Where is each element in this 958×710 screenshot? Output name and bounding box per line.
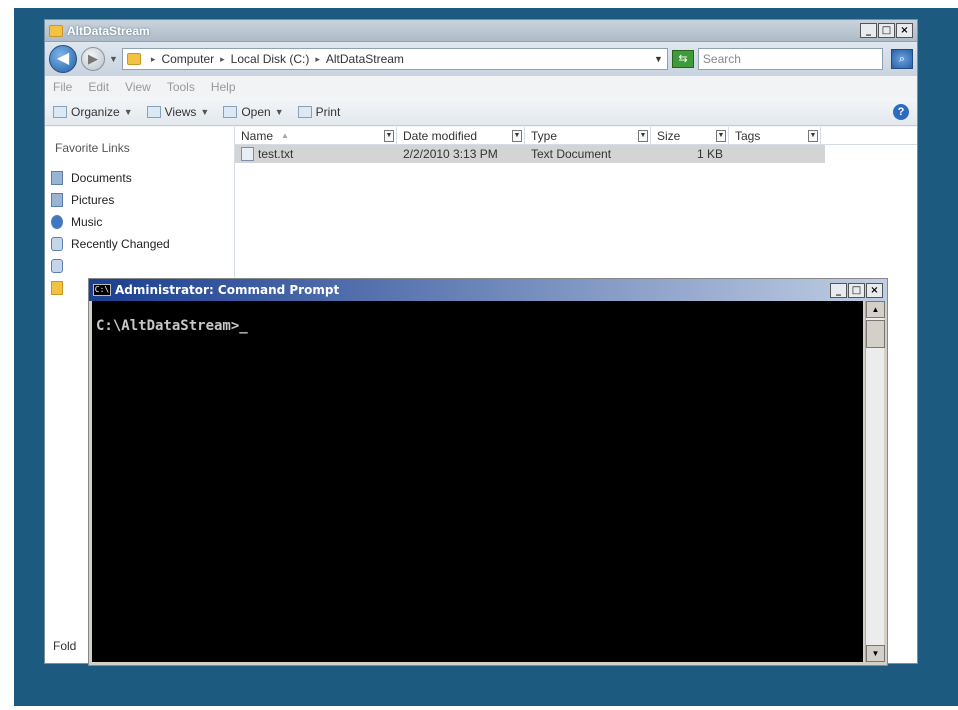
file-row[interactable]: test.txt 2/2/2010 3:13 PM Text Document … xyxy=(235,145,825,163)
cmd-title: Administrator: Command Prompt xyxy=(115,283,340,297)
open-icon xyxy=(223,105,238,118)
chevron-down-icon: ▼ xyxy=(200,106,210,117)
search-input[interactable]: Search xyxy=(697,48,883,70)
file-size-cell: 1 KB xyxy=(696,147,723,161)
column-type[interactable]: Type ▼ xyxy=(525,127,651,144)
file-type-cell: Text Document xyxy=(531,147,612,161)
breadcrumb-altdatastream[interactable]: AltDataStream xyxy=(326,52,404,66)
pictures-icon xyxy=(51,193,63,207)
column-name[interactable]: Name ▲ ▼ xyxy=(235,127,397,144)
column-date-dropdown[interactable]: ▼ xyxy=(512,129,522,142)
column-type-dropdown[interactable]: ▼ xyxy=(638,129,648,142)
cmd-minimize-button[interactable]: _ xyxy=(830,282,847,298)
printer-icon xyxy=(297,105,312,118)
views-icon xyxy=(146,105,161,118)
open-button[interactable]: Open ▼ xyxy=(223,105,284,119)
cmd-scrollbar[interactable]: ▲ ▼ xyxy=(865,301,885,662)
chevron-down-icon: ▼ xyxy=(123,106,133,117)
menu-help[interactable]: Help xyxy=(211,80,236,94)
nav-item-recently-changed[interactable]: Recently Changed xyxy=(51,233,228,255)
folder-icon xyxy=(49,24,63,37)
breadcrumb-local-disk[interactable]: Local Disk (C:) xyxy=(231,52,310,66)
public-folder-icon xyxy=(51,281,63,295)
nav-item-searches[interactable] xyxy=(51,255,228,277)
recent-pages-dropdown-icon[interactable]: ▼ xyxy=(109,54,118,64)
menu-file[interactable]: File xyxy=(53,80,72,94)
help-icon[interactable]: ? xyxy=(893,103,909,120)
cmd-console[interactable]: C:\AltDataStream>_ xyxy=(92,301,863,662)
search-icon[interactable]: ⌕ xyxy=(891,49,913,69)
column-header-row: Name ▲ ▼ Date modified ▼ Type ▼ Size ▼ T… xyxy=(235,127,917,145)
cmd-maximize-button[interactable]: □ xyxy=(848,282,865,298)
file-name-cell: test.txt xyxy=(235,145,397,163)
organize-icon xyxy=(53,105,67,118)
address-input[interactable]: ▸ Computer ▸ Local Disk (C:) ▸ AltDataSt… xyxy=(121,48,668,70)
nav-item-music[interactable]: Music xyxy=(51,211,228,233)
column-size[interactable]: Size ▼ xyxy=(651,127,729,144)
toolbar: Organize ▼ Views ▼ Open ▼ Print ? xyxy=(45,98,917,126)
searches-icon xyxy=(51,259,63,273)
file-date-cell: 2/2/2010 3:13 PM xyxy=(403,147,498,161)
back-button[interactable]: ◀ xyxy=(49,45,77,73)
column-tags[interactable]: Tags ▼ xyxy=(729,127,821,144)
chevron-down-icon: ▼ xyxy=(274,106,284,117)
scroll-up-icon[interactable]: ▲ xyxy=(866,301,885,318)
address-bar-row: ◀ ▶ ▼ ▸ Computer ▸ Local Disk (C:) ▸ Alt… xyxy=(45,42,917,76)
minimize-button[interactable]: _ xyxy=(860,23,877,38)
forward-button[interactable]: ▶ xyxy=(81,47,105,71)
scroll-thumb[interactable] xyxy=(866,320,885,348)
breadcrumb-computer[interactable]: Computer xyxy=(161,52,214,66)
recently-changed-icon xyxy=(51,237,63,251)
explorer-titlebar[interactable]: AltDataStream _ □ × xyxy=(45,20,917,42)
cmd-prompt: C:\AltDataStream> xyxy=(96,318,240,334)
menu-tools[interactable]: Tools xyxy=(167,80,195,94)
menu-edit[interactable]: Edit xyxy=(88,80,109,94)
documents-icon xyxy=(51,171,63,185)
close-button[interactable]: × xyxy=(896,23,913,38)
text-file-icon xyxy=(241,147,254,161)
column-size-dropdown[interactable]: ▼ xyxy=(716,129,726,142)
column-date-modified[interactable]: Date modified ▼ xyxy=(397,127,525,144)
folder-icon xyxy=(126,53,141,65)
menu-bar: File Edit View Tools Help xyxy=(45,76,917,98)
organize-button[interactable]: Organize ▼ xyxy=(53,105,133,119)
maximize-button[interactable]: □ xyxy=(878,23,895,38)
column-tags-dropdown[interactable]: ▼ xyxy=(808,129,818,142)
folders-toggle[interactable]: Fold xyxy=(53,639,76,653)
command-prompt-window: C:\ Administrator: Command Prompt _ □ × … xyxy=(88,278,888,666)
menu-view[interactable]: View xyxy=(125,80,151,94)
cmd-close-button[interactable]: × xyxy=(866,282,883,298)
cmd-icon: C:\ xyxy=(93,284,111,296)
scroll-down-icon[interactable]: ▼ xyxy=(866,645,885,662)
explorer-title: AltDataStream xyxy=(67,23,150,38)
cmd-cursor: _ xyxy=(239,318,248,334)
cmd-titlebar[interactable]: C:\ Administrator: Command Prompt _ □ × xyxy=(89,279,887,301)
nav-item-documents[interactable]: Documents xyxy=(51,167,228,189)
print-button[interactable]: Print xyxy=(297,105,340,119)
nav-item-pictures[interactable]: Pictures xyxy=(51,189,228,211)
column-name-dropdown[interactable]: ▼ xyxy=(384,129,394,142)
views-button[interactable]: Views ▼ xyxy=(146,105,210,119)
refresh-icon[interactable]: ⇆ xyxy=(671,50,694,68)
address-dropdown-icon[interactable]: ▼ xyxy=(654,54,663,64)
music-icon xyxy=(51,215,63,229)
favorite-links-title: Favorite Links xyxy=(55,141,130,155)
sort-ascending-icon: ▲ xyxy=(281,131,289,140)
